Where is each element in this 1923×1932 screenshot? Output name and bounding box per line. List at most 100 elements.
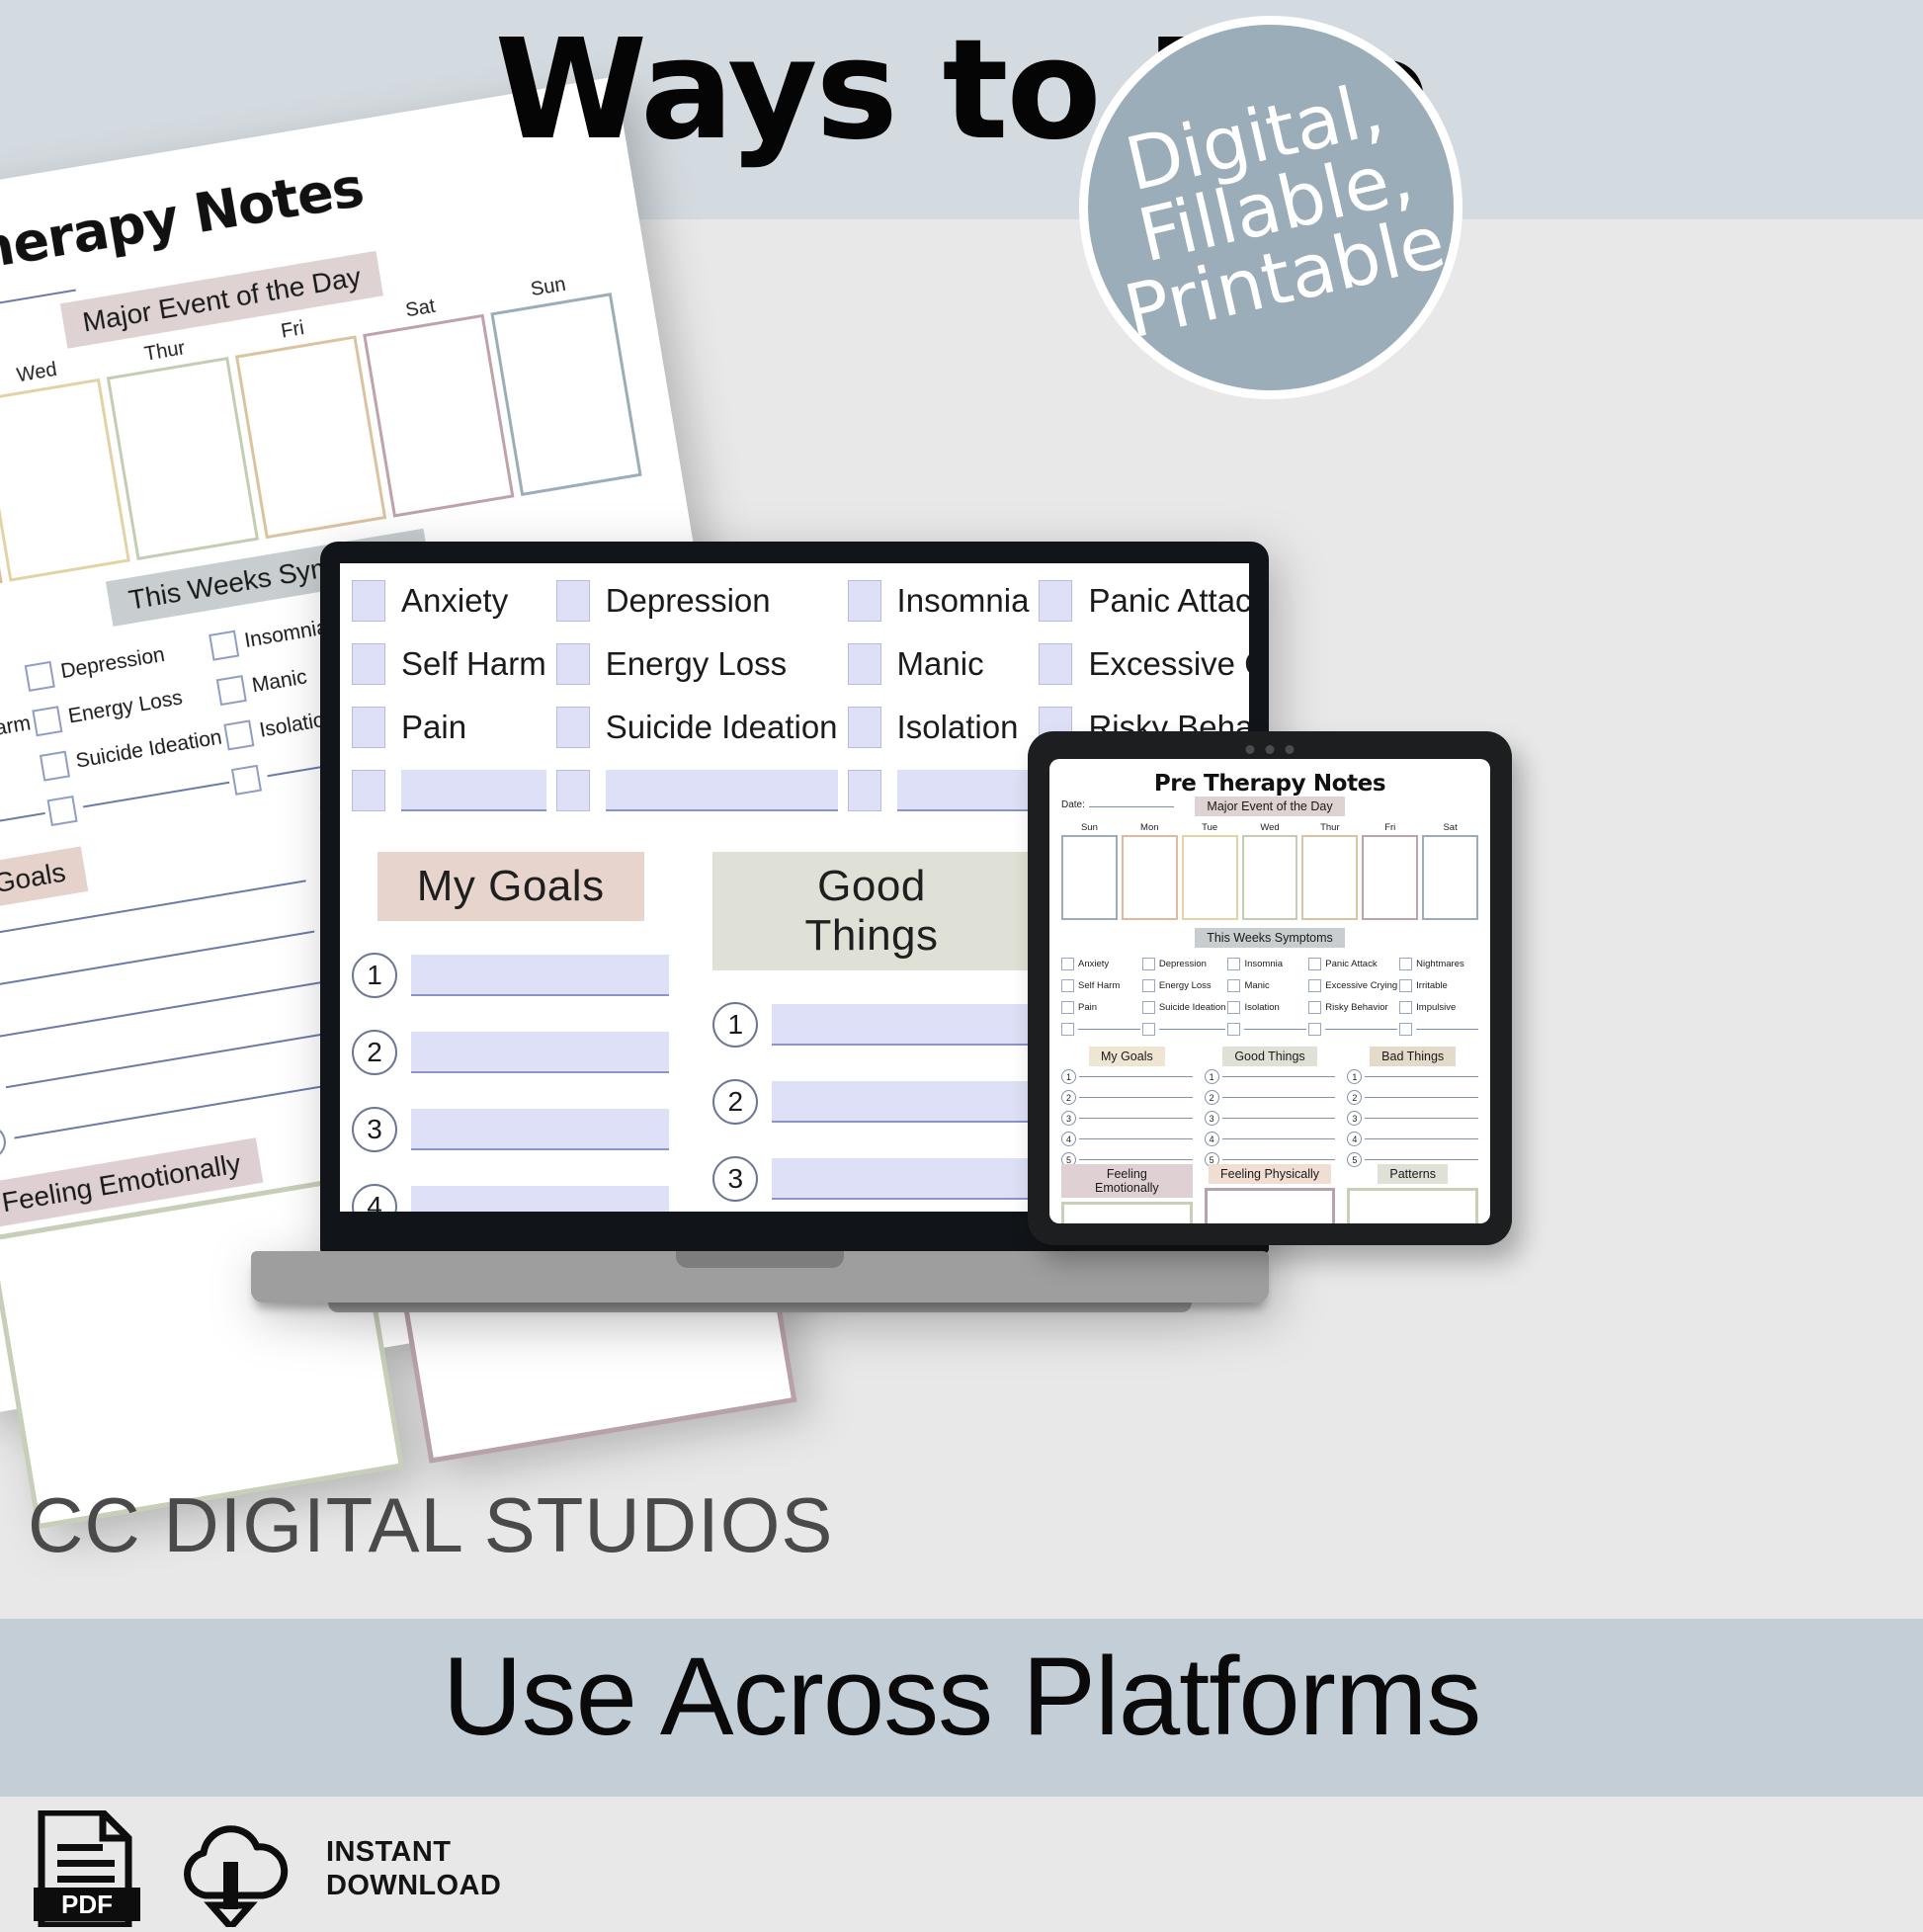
checkbox-icon[interactable] xyxy=(25,660,56,692)
laptop-list-item[interactable]: 2 xyxy=(712,1063,1031,1140)
laptop-symptom-row[interactable]: Manic xyxy=(847,632,1030,696)
checkbox-icon[interactable] xyxy=(1399,1022,1413,1036)
checkbox-icon[interactable] xyxy=(1227,1000,1241,1014)
tablet-day-box[interactable] xyxy=(1181,835,1238,920)
tablet-symptom-writein-field[interactable] xyxy=(1416,1028,1478,1030)
checkbox-icon[interactable] xyxy=(555,643,590,685)
checkbox-icon[interactable] xyxy=(555,580,590,622)
tablet-list-input[interactable] xyxy=(1079,1118,1193,1119)
checkbox-icon[interactable] xyxy=(555,770,590,811)
laptop-list-input[interactable] xyxy=(772,1158,1031,1200)
checkbox-icon[interactable] xyxy=(847,707,881,748)
tablet-list-input[interactable] xyxy=(1079,1097,1193,1098)
laptop-symptom-row[interactable]: Insomnia xyxy=(847,569,1029,632)
tablet-symptom-row[interactable]: Depression xyxy=(1141,953,1226,974)
tablet-symptom-row[interactable]: Risky Behavior xyxy=(1308,996,1397,1018)
tablet-symptom-writein-row[interactable] xyxy=(1141,1018,1226,1040)
tablet-list-input[interactable] xyxy=(1365,1159,1479,1160)
laptop-symptom-writein-row[interactable] xyxy=(847,759,1030,822)
laptop-symptom-writein-row[interactable] xyxy=(352,759,546,822)
laptop-symptom-writein-field[interactable] xyxy=(896,770,1030,811)
laptop-symptom-row[interactable]: Suicide Ideation xyxy=(555,696,838,759)
laptop-list-input[interactable] xyxy=(772,1081,1031,1123)
tablet-symptom-writein-row[interactable] xyxy=(1308,1018,1398,1040)
paper-day-box[interactable] xyxy=(490,293,642,497)
tablet-list-item[interactable]: 1 xyxy=(1061,1066,1193,1087)
laptop-list-item[interactable]: 2 xyxy=(352,1014,670,1091)
paper-day-box[interactable] xyxy=(0,378,131,582)
tablet-symptom-writein-field[interactable] xyxy=(1244,1028,1307,1030)
checkbox-icon[interactable] xyxy=(46,795,78,826)
tablet-symptom-row[interactable]: Pain xyxy=(1061,996,1140,1018)
laptop-symptom-writein-field[interactable] xyxy=(605,770,838,811)
laptop-symptom-row[interactable]: Anxiety xyxy=(352,569,546,632)
tablet-list-input[interactable] xyxy=(1221,1076,1336,1077)
laptop-symptom-row[interactable]: Energy Loss xyxy=(555,632,838,696)
checkbox-icon[interactable] xyxy=(215,674,247,706)
tablet-list-input[interactable] xyxy=(1365,1097,1479,1098)
tablet-day-box[interactable] xyxy=(1422,835,1479,920)
laptop-symptom-row[interactable]: Pain xyxy=(352,696,546,759)
checkbox-icon[interactable] xyxy=(1039,643,1073,685)
tablet-list-input[interactable] xyxy=(1221,1159,1336,1160)
checkbox-icon[interactable] xyxy=(1061,957,1074,970)
checkbox-icon[interactable] xyxy=(1061,978,1074,992)
tablet-box-input[interactable] xyxy=(1204,1188,1336,1223)
tablet-list-input[interactable] xyxy=(1079,1076,1193,1077)
laptop-list-input[interactable] xyxy=(411,1109,670,1150)
checkbox-icon[interactable] xyxy=(352,707,385,748)
tablet-symptom-row[interactable]: Suicide Ideation xyxy=(1141,996,1225,1018)
tablet-symptom-writein-field[interactable] xyxy=(1325,1028,1398,1030)
tablet-symptom-row[interactable]: Excessive Crying xyxy=(1308,974,1397,996)
tablet-day-box[interactable] xyxy=(1241,835,1298,920)
checkbox-icon[interactable] xyxy=(352,643,385,685)
checkbox-icon[interactable] xyxy=(1061,1000,1074,1014)
laptop-list-item[interactable]: 1 xyxy=(352,937,670,1014)
tablet-list-input[interactable] xyxy=(1365,1118,1479,1119)
tablet-list-input[interactable] xyxy=(1221,1138,1336,1139)
checkbox-icon[interactable] xyxy=(1141,957,1155,970)
tablet-symptom-row[interactable]: Nightmares xyxy=(1399,953,1478,974)
checkbox-icon[interactable] xyxy=(847,770,881,811)
laptop-list-item[interactable]: 3 xyxy=(352,1091,670,1168)
checkbox-icon[interactable] xyxy=(352,770,385,811)
checkbox-icon[interactable] xyxy=(40,750,71,782)
checkbox-icon[interactable] xyxy=(1141,1000,1155,1014)
checkbox-icon[interactable] xyxy=(1308,1022,1322,1036)
tablet-day-box[interactable] xyxy=(1362,835,1419,920)
checkbox-icon[interactable] xyxy=(1308,1000,1322,1014)
tablet-day-box[interactable] xyxy=(1061,835,1118,920)
tablet-list-item[interactable]: 4 xyxy=(1061,1129,1193,1149)
checkbox-icon[interactable] xyxy=(208,630,239,661)
tablet-symptom-writein-field[interactable] xyxy=(1078,1028,1140,1030)
tablet-symptom-writein-row[interactable] xyxy=(1061,1018,1140,1040)
checkbox-icon[interactable] xyxy=(32,705,63,736)
laptop-symptom-row[interactable]: Depression xyxy=(555,569,838,632)
tablet-symptom-writein-row[interactable] xyxy=(1399,1018,1478,1040)
tablet-list-input[interactable] xyxy=(1221,1097,1336,1098)
checkbox-icon[interactable] xyxy=(352,580,385,622)
tablet-symptom-writein-row[interactable] xyxy=(1227,1018,1307,1040)
laptop-list-input[interactable] xyxy=(411,1032,670,1073)
checkbox-icon[interactable] xyxy=(1227,978,1241,992)
tablet-list-item[interactable]: 4 xyxy=(1347,1129,1479,1149)
tablet-list-input[interactable] xyxy=(1221,1118,1336,1119)
tablet-box-input[interactable] xyxy=(1347,1188,1479,1223)
tablet-symptom-row[interactable]: Isolation xyxy=(1227,996,1306,1018)
tablet-symptom-row[interactable]: Impulsive xyxy=(1399,996,1478,1018)
laptop-list-item[interactable]: 3 xyxy=(712,1140,1031,1212)
laptop-symptom-row[interactable]: Panic Attack xyxy=(1039,569,1249,632)
tablet-symptom-row[interactable]: Anxiety xyxy=(1061,953,1140,974)
tablet-list-item[interactable]: 2 xyxy=(1061,1087,1193,1108)
tablet-symptom-row[interactable]: Manic xyxy=(1227,974,1306,996)
paper-day-box[interactable] xyxy=(107,357,259,560)
tablet-list-input[interactable] xyxy=(1365,1138,1479,1139)
checkbox-icon[interactable] xyxy=(1141,978,1155,992)
tablet-list-item[interactable]: 4 xyxy=(1204,1129,1336,1149)
checkbox-icon[interactable] xyxy=(847,643,881,685)
laptop-symptom-row[interactable]: Isolation xyxy=(847,696,1030,759)
tablet-day-box[interactable] xyxy=(1121,835,1178,920)
tablet-list-item[interactable]: 2 xyxy=(1204,1087,1336,1108)
paper-day-box[interactable] xyxy=(234,335,386,540)
checkbox-icon[interactable] xyxy=(847,580,881,622)
